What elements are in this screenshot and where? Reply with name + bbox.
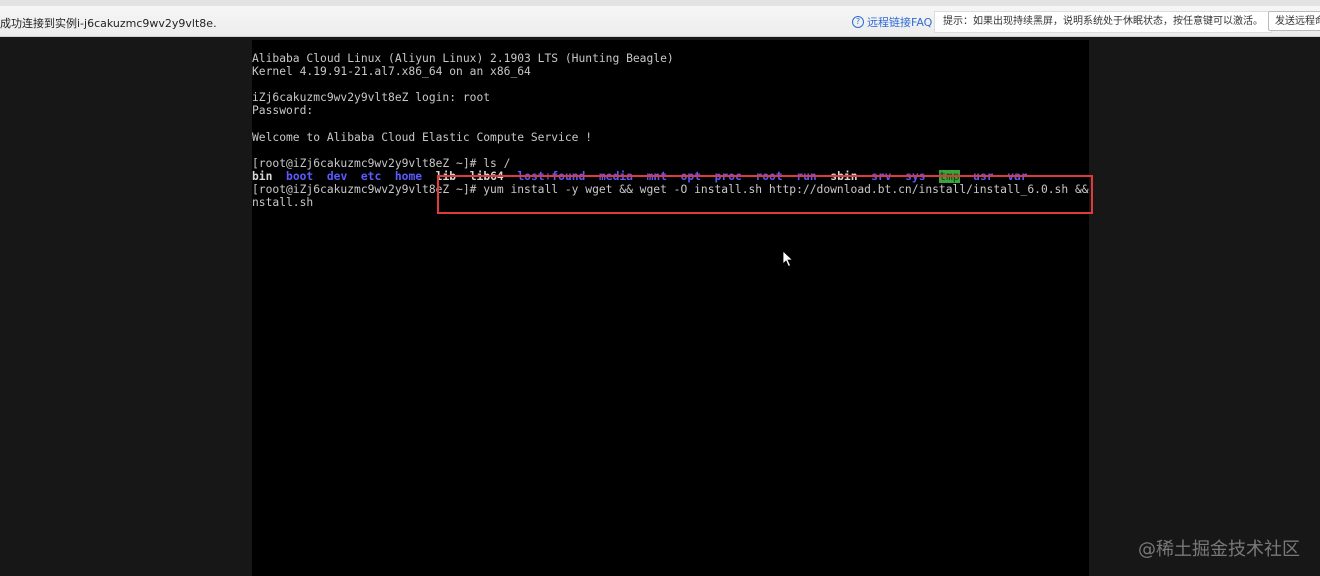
blackscreen-tip: 提示：如果出现持续黑屏，说明系统处于休眠状态，按任意键可以激活。	[934, 11, 1272, 33]
terminal-line: [root@iZj6cakuzmc9wv2y9vlt8eZ ~]# ls /	[252, 156, 511, 170]
connection-status: 成功连接到实例i-j6cakuzmc9wv2y9vlt8e.	[0, 17, 217, 30]
ls-item: etc	[360, 169, 382, 183]
terminal-line: iZj6cakuzmc9wv2y9vlt8eZ login: root	[252, 91, 491, 105]
toolbar-top-strip	[0, 0, 1320, 6]
mouse-cursor-icon	[782, 250, 794, 268]
ls-item: dev	[326, 169, 348, 183]
terminal-line: Kernel 4.19.91-21.al7.x86_64 on an x86_6…	[252, 65, 531, 79]
faq-link-label: 远程链接FAQ	[867, 16, 933, 29]
send-command-button[interactable]: 发送远程命令	[1268, 11, 1320, 31]
command-highlight-box	[437, 175, 1093, 214]
ls-item: bin	[252, 169, 273, 183]
ls-item: home	[394, 169, 423, 183]
console-toolbar: 成功连接到实例i-j6cakuzmc9wv2y9vlt8e. ? 远程链接FAQ…	[0, 0, 1320, 37]
terminal-line: Welcome to Alibaba Cloud Elastic Compute…	[252, 130, 593, 144]
remote-faq-link[interactable]: ? 远程链接FAQ	[852, 14, 932, 30]
ls-item: boot	[286, 169, 314, 183]
terminal-line: Alibaba Cloud Linux (Aliyun Linux) 2.190…	[252, 52, 674, 65]
vnc-console-screen[interactable]: Alibaba Cloud Linux (Aliyun Linux) 2.190…	[252, 40, 1089, 576]
watermark-text: @稀土掘金技术社区	[1138, 539, 1300, 560]
terminal-line: Password:	[252, 104, 314, 118]
terminal-line: nstall.sh	[252, 196, 314, 210]
help-icon: ?	[852, 16, 864, 28]
